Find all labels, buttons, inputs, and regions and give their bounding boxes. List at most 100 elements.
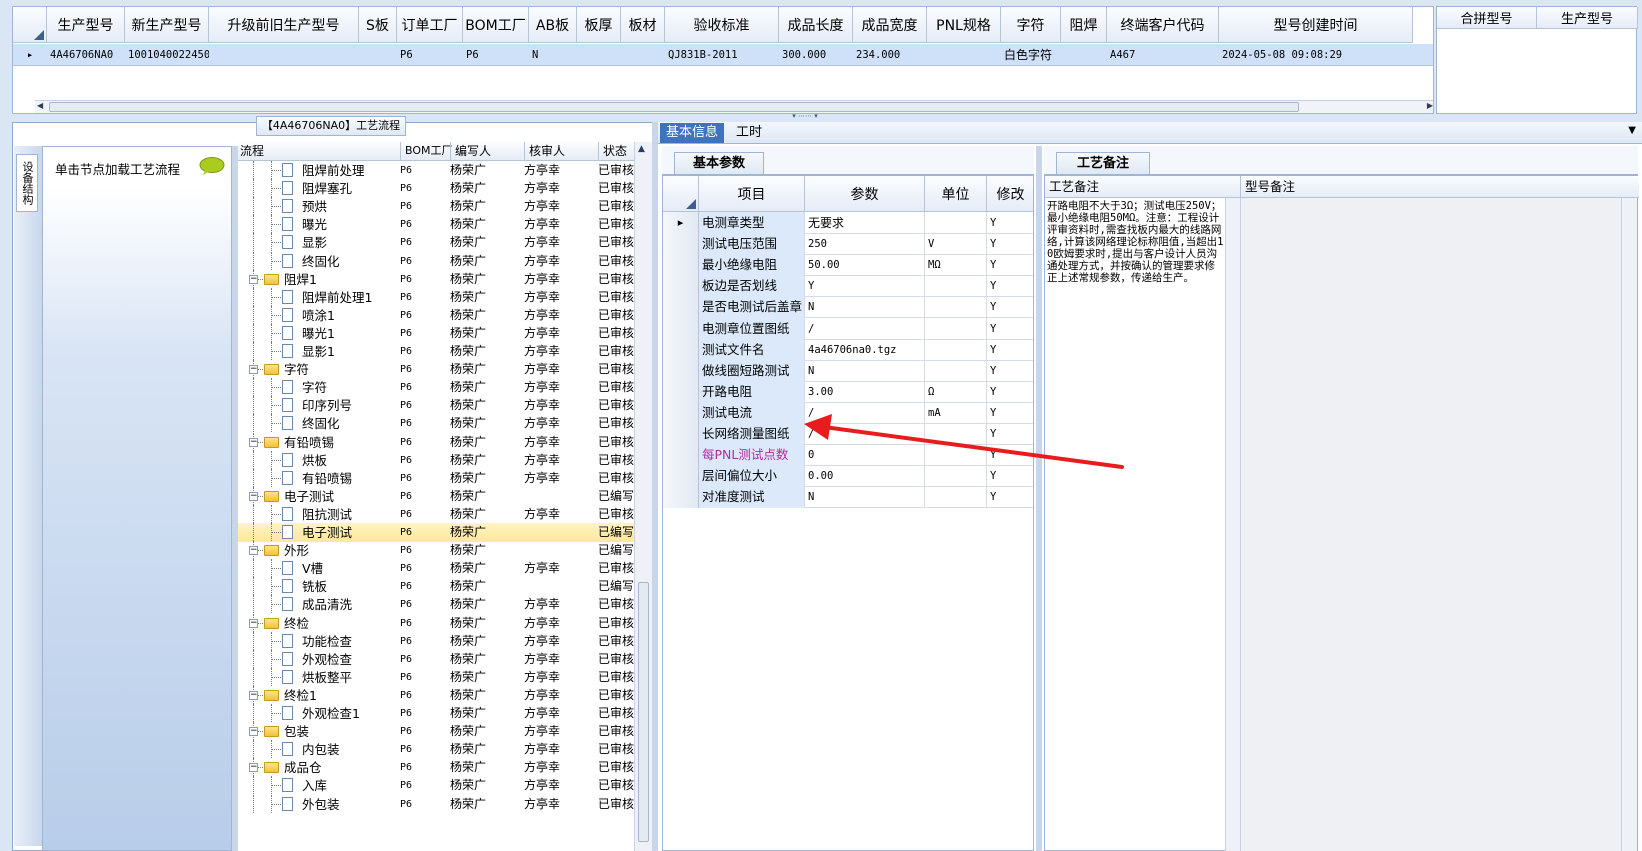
- collapse-icon[interactable]: −: [249, 274, 258, 284]
- param-value[interactable]: 4a46706na0.tgz: [805, 338, 925, 361]
- param-row[interactable]: 电测章位置图纸 / Y: [663, 317, 1033, 340]
- tab-process-notes[interactable]: 工艺备注: [1056, 152, 1150, 174]
- param-row[interactable]: 板边是否划线 Y Y: [663, 275, 1033, 298]
- tab-basic-params[interactable]: 基本参数: [674, 152, 764, 174]
- params-header-value[interactable]: 参数: [805, 176, 925, 212]
- params-grid-corner[interactable]: [663, 176, 699, 212]
- tree-row[interactable]: 阻焊前处理1 P6 杨荣广 方亭幸 已审核: [238, 287, 634, 307]
- table-cell[interactable]: 4A46706NA0: [47, 44, 125, 66]
- column-header[interactable]: 字符: [1001, 7, 1061, 43]
- param-value[interactable]: 250: [805, 233, 925, 256]
- column-header[interactable]: 板材: [621, 7, 665, 43]
- param-row[interactable]: 开路电阻 3.00 Ω Y: [663, 380, 1033, 403]
- column-header[interactable]: 新生产型号: [125, 7, 209, 43]
- right-splitter[interactable]: [1036, 146, 1042, 851]
- collapse-icon[interactable]: −: [249, 727, 258, 737]
- horizontal-scrollbar[interactable]: ◀ ▶: [35, 100, 1433, 113]
- tree-row[interactable]: 外观检查1 P6 杨荣广 方亭幸 已审核: [238, 704, 634, 723]
- param-row[interactable]: 测试电压范围 250 V Y: [663, 233, 1033, 256]
- table-cell[interactable]: 300.000: [779, 44, 853, 66]
- merge-header-combined[interactable]: 合拼型号: [1437, 7, 1537, 29]
- column-header[interactable]: 型号创建时间: [1219, 7, 1413, 43]
- collapse-icon[interactable]: −: [249, 618, 258, 628]
- tree-row[interactable]: 终固化 P6 杨荣广 方亭幸 已审核: [238, 414, 634, 433]
- params-header-item[interactable]: 项目: [699, 176, 805, 212]
- tree-row[interactable]: 显影 P6 杨荣广 方亭幸 已审核: [238, 233, 634, 252]
- column-header[interactable]: PNL规格: [927, 7, 1001, 43]
- tree-header-reviewer[interactable]: 核审人: [524, 142, 598, 160]
- tree-row[interactable]: 印序列号 P6 杨荣广 方亭幸 已审核: [238, 396, 634, 415]
- tree-header-status[interactable]: 状态: [598, 142, 634, 160]
- tree-row[interactable]: 喷涂1 P6 杨荣广 方亭幸 已审核: [238, 305, 634, 325]
- table-cell[interactable]: 白色字符: [1001, 44, 1061, 66]
- table-cell[interactable]: N: [529, 44, 577, 66]
- tree-row[interactable]: 曝光1 P6 杨荣广 方亭幸 已审核: [238, 323, 634, 343]
- column-header[interactable]: BOM工厂: [463, 7, 529, 43]
- table-cell[interactable]: [209, 44, 359, 66]
- scroll-right-icon[interactable]: ▶: [1427, 101, 1433, 110]
- merge-header-product[interactable]: 生产型号: [1537, 7, 1638, 29]
- notes-header-process[interactable]: 工艺备注: [1045, 176, 1241, 198]
- tree-row[interactable]: 外观检查 P6 杨荣广 方亭幸 已审核: [238, 649, 634, 669]
- tree-row[interactable]: 有铅喷锡 P6 杨荣广 方亭幸 已审核: [238, 468, 634, 488]
- tree-header-flow[interactable]: 流程: [240, 142, 264, 160]
- column-header[interactable]: AB板: [529, 7, 577, 43]
- tree-row[interactable]: 曝光 P6 杨荣广 方亭幸 已审核: [238, 215, 634, 234]
- tab-work-hours[interactable]: 工时: [730, 123, 768, 143]
- column-header[interactable]: 板厚: [577, 7, 621, 43]
- column-header[interactable]: 终端客户代码: [1107, 7, 1219, 43]
- tree-row[interactable]: − 终检1 P6 杨荣广 方亭幸 已审核: [238, 685, 634, 705]
- column-header[interactable]: 订单工厂: [397, 7, 463, 43]
- column-header[interactable]: S板: [359, 7, 397, 43]
- tree-row[interactable]: 终固化 P6 杨荣广 方亭幸 已审核: [238, 251, 634, 271]
- scroll-thumb[interactable]: [49, 102, 1299, 112]
- tree-row[interactable]: − 字符 P6 杨荣广 方亭幸 已审核: [238, 360, 634, 379]
- table-cell[interactable]: P6: [463, 44, 529, 66]
- tree-row[interactable]: 预烘 P6 杨荣广 方亭幸 已审核: [238, 197, 634, 216]
- param-value[interactable]: N: [805, 359, 925, 382]
- tree-row[interactable]: 阻焊前处理 P6 杨荣广 方亭幸 已审核: [238, 161, 634, 180]
- table-cell[interactable]: 10010400224502: [125, 44, 209, 66]
- grid-corner[interactable]: [13, 7, 47, 43]
- params-header-unit[interactable]: 单位: [925, 176, 987, 212]
- collapse-icon[interactable]: −: [249, 365, 258, 375]
- column-header[interactable]: 验收标准: [665, 7, 779, 43]
- tree-row[interactable]: − 电子测试 P6 杨荣广 已编写: [238, 486, 634, 506]
- tree-row[interactable]: V槽 P6 杨荣广 方亭幸 已审核: [238, 559, 634, 578]
- scroll-thumb[interactable]: [638, 582, 649, 842]
- model-note-text[interactable]: [1241, 198, 1621, 851]
- process-note-text[interactable]: 开路电阻不大于3Ω；测试电压250V；最小绝缘电阻50MΩ。注意：工程设计评审资…: [1047, 200, 1225, 284]
- table-cell[interactable]: [577, 44, 621, 66]
- table-cell[interactable]: A467: [1107, 44, 1219, 66]
- tree-row[interactable]: 电子测试 P6 杨荣广 已编写: [238, 523, 634, 542]
- tree-row[interactable]: 外包装 P6 杨荣广 方亭幸 已审核: [238, 794, 634, 814]
- tree-row[interactable]: − 成品仓 P6 杨荣广 方亭幸 已审核: [238, 758, 634, 777]
- param-value[interactable]: /: [805, 317, 925, 340]
- tree-row[interactable]: 入库 P6 杨荣广 方亭幸 已审核: [238, 776, 634, 795]
- tree-row[interactable]: 阻焊塞孔 P6 杨荣广 方亭幸 已审核: [238, 179, 634, 198]
- tree-row[interactable]: 成品清洗 P6 杨荣广 方亭幸 已审核: [238, 595, 634, 614]
- table-row[interactable]: ▸ 4A46706NA0 10010400224502 P6 P6 N QJ831B-20…: [13, 44, 1433, 66]
- side-tab-structure[interactable]: 设备结构: [16, 154, 38, 212]
- tree-row[interactable]: 烘板整平 P6 杨荣广 方亭幸 已审核: [238, 667, 634, 687]
- tree-row[interactable]: − 包装 P6 杨荣广 方亭幸 已审核: [238, 722, 634, 741]
- param-row[interactable]: 最小绝缘电阻 50.00 MΩ Y: [663, 254, 1033, 277]
- column-header[interactable]: 升级前旧生产型号: [209, 7, 359, 43]
- param-row[interactable]: 测试文件名 4a46706na0.tgz Y: [663, 338, 1033, 361]
- column-header[interactable]: 阻焊: [1061, 7, 1107, 43]
- param-value[interactable]: Y: [805, 275, 925, 298]
- splitter-grip-icon[interactable]: ▾ ⋯⋯ ▾: [770, 113, 840, 120]
- param-row[interactable]: 对准度测试 N Y: [663, 486, 1033, 509]
- collapse-icon[interactable]: −: [249, 437, 258, 447]
- table-cell[interactable]: QJ831B-2011: [665, 44, 779, 66]
- tab-basic-info[interactable]: 基本信息: [660, 123, 725, 143]
- param-row[interactable]: 是否电测试后盖章 N Y: [663, 296, 1033, 319]
- tree-row[interactable]: − 阻焊1 P6 杨荣广 方亭幸 已审核: [238, 269, 634, 289]
- column-header[interactable]: 成品长度: [779, 7, 853, 43]
- param-row[interactable]: ▸ 电测章类型 无要求 Y: [663, 212, 1033, 234]
- tree-row[interactable]: − 有铅喷锡 P6 杨荣广 方亭幸 已审核: [238, 432, 634, 452]
- note-scrollbar[interactable]: [1225, 198, 1241, 851]
- collapse-icon[interactable]: −: [249, 546, 258, 556]
- param-value[interactable]: 3.00: [805, 380, 925, 403]
- tree-row[interactable]: 阻抗测试 P6 杨荣广 方亭幸 已审核: [238, 504, 634, 524]
